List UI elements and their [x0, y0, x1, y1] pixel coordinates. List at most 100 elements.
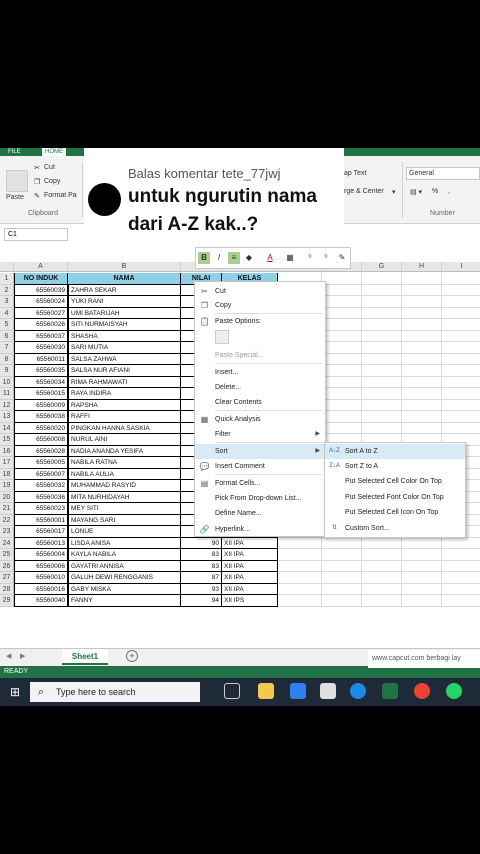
- format-painter-icon[interactable]: ✎: [336, 252, 348, 264]
- empty-cell[interactable]: [442, 561, 480, 572]
- menu-item-sort[interactable]: Sort ▶: [195, 444, 325, 459]
- empty-cell[interactable]: [402, 422, 442, 434]
- empty-cell[interactable]: [442, 319, 480, 331]
- empty-cell[interactable]: [322, 342, 362, 354]
- column-header[interactable]: H: [402, 262, 442, 272]
- empty-cell[interactable]: [362, 353, 402, 365]
- empty-cell[interactable]: [322, 365, 362, 377]
- empty-cell[interactable]: [442, 354, 480, 365]
- empty-cell[interactable]: [322, 273, 362, 285]
- row-header[interactable]: 14: [0, 422, 14, 434]
- empty-cell[interactable]: [322, 411, 362, 423]
- table-cell[interactable]: SHASHA: [68, 330, 181, 342]
- table-cell[interactable]: RIMA RAHMAWATI: [68, 376, 181, 388]
- sheet-tab[interactable]: Sheet1: [62, 649, 108, 665]
- empty-cell[interactable]: [442, 377, 480, 388]
- empty-cell[interactable]: [402, 330, 442, 342]
- table-cell[interactable]: PINGKAN HANNA SASKIA: [68, 422, 181, 434]
- submenu-item-put-selected-cell-color-on-top[interactable]: Put Selected Cell Color On Top: [325, 474, 465, 489]
- table-cell[interactable]: SARI MUTIA: [68, 342, 181, 354]
- table-cell[interactable]: 65560028: [14, 445, 68, 457]
- table-cell[interactable]: 65560024: [14, 296, 68, 308]
- table-cell[interactable]: SITI NURMAISYAH: [68, 319, 181, 331]
- empty-cell[interactable]: [442, 296, 480, 308]
- row-header[interactable]: 15: [0, 434, 14, 446]
- table-cell[interactable]: 65560034: [14, 376, 68, 388]
- table-cell[interactable]: SALSA ZAHWA: [68, 353, 181, 365]
- table-cell[interactable]: XII IPA: [222, 549, 278, 561]
- menu-item-delete[interactable]: Delete...: [195, 380, 325, 395]
- empty-cell[interactable]: [402, 572, 442, 584]
- empty-cell[interactable]: [322, 595, 362, 607]
- table-cell[interactable]: 65560040: [14, 595, 68, 607]
- empty-cell[interactable]: [442, 572, 480, 584]
- chevron-down-icon[interactable]: ▾: [392, 188, 396, 196]
- empty-cell[interactable]: [402, 273, 442, 285]
- name-box[interactable]: C1: [4, 228, 68, 241]
- empty-cell[interactable]: [322, 284, 362, 296]
- empty-cell[interactable]: [442, 538, 480, 549]
- comma-button[interactable]: ,: [448, 188, 450, 195]
- menu-item-quick-analysis[interactable]: ▦ Quick Analysis: [195, 412, 325, 427]
- paste-option-icon[interactable]: [215, 330, 229, 344]
- empty-cell[interactable]: [362, 342, 402, 354]
- table-cell[interactable]: RAYA INDIRA: [68, 388, 181, 400]
- table-cell[interactable]: 65560020: [14, 422, 68, 434]
- empty-cell[interactable]: [442, 549, 480, 561]
- empty-cell[interactable]: [402, 342, 442, 354]
- row-header[interactable]: 9: [0, 365, 14, 377]
- empty-cell[interactable]: [442, 331, 480, 342]
- table-cell[interactable]: 65560009: [14, 399, 68, 411]
- submenu-item-put-selected-font-color-on-top[interactable]: Put Selected Font Color On Top: [325, 490, 465, 505]
- menu-item-cut[interactable]: ✂ Cut: [195, 284, 325, 299]
- table-cell[interactable]: RAPSHA: [68, 399, 181, 411]
- table-cell[interactable]: MUHAMMAD RASYID: [68, 480, 181, 492]
- row-header[interactable]: 10: [0, 376, 14, 388]
- empty-cell[interactable]: [442, 423, 480, 434]
- align-button[interactable]: ≡: [228, 252, 240, 264]
- empty-cell[interactable]: [322, 319, 362, 331]
- submenu-item-put-selected-cell-icon-on-top[interactable]: Put Selected Cell Icon On Top: [325, 505, 465, 520]
- empty-cell[interactable]: [362, 284, 402, 296]
- scroll-right-icon[interactable]: ▶: [20, 652, 25, 660]
- edge-icon[interactable]: [350, 683, 366, 699]
- table-cell[interactable]: LISDA ANISA: [68, 537, 181, 549]
- table-cell[interactable]: XII IPA: [222, 537, 278, 549]
- whatsapp-icon[interactable]: [446, 683, 462, 699]
- row-header[interactable]: 24: [0, 537, 14, 549]
- empty-cell[interactable]: [362, 319, 402, 331]
- empty-cell[interactable]: [322, 572, 362, 584]
- empty-cell[interactable]: [362, 365, 402, 377]
- empty-cell[interactable]: [278, 560, 322, 572]
- table-cell[interactable]: 65560013: [14, 537, 68, 549]
- menu-item-insert[interactable]: Insert...: [195, 365, 325, 380]
- menu-item-format-cells[interactable]: ▤ Format Cells...: [195, 476, 325, 491]
- row-header[interactable]: 20: [0, 491, 14, 503]
- table-cell[interactable]: MAYANG SARI: [68, 514, 181, 526]
- select-all-corner[interactable]: [0, 262, 14, 272]
- empty-cell[interactable]: [362, 560, 402, 572]
- chrome-icon[interactable]: [414, 683, 430, 699]
- empty-cell[interactable]: [402, 319, 442, 331]
- column-header[interactable]: A: [14, 262, 68, 272]
- row-header[interactable]: 8: [0, 353, 14, 365]
- table-cell[interactable]: NABILA RATNA: [68, 457, 181, 469]
- empty-cell[interactable]: [442, 595, 480, 607]
- table-cell[interactable]: 90: [181, 537, 222, 549]
- menu-item-filter[interactable]: Filter ▶: [195, 427, 325, 442]
- empty-cell[interactable]: [322, 560, 362, 572]
- cut-button[interactable]: Cut: [44, 164, 55, 171]
- wrap-text-button[interactable]: ap Text: [344, 170, 366, 177]
- table-cell[interactable]: 65560026: [14, 319, 68, 331]
- empty-cell[interactable]: [322, 388, 362, 400]
- table-cell[interactable]: GAYATRI ANNISA: [68, 560, 181, 572]
- row-header[interactable]: 29: [0, 595, 14, 607]
- table-cell[interactable]: 65560007: [14, 468, 68, 480]
- scroll-left-icon[interactable]: ◀: [6, 652, 11, 660]
- table-cell[interactable]: MITA NURHIDAYAH: [68, 491, 181, 503]
- empty-cell[interactable]: [322, 537, 362, 549]
- increase-decimal-icon[interactable]: ⁰: [320, 252, 332, 264]
- menu-item-hyperlink[interactable]: 🔗 Hyperlink...: [195, 522, 325, 537]
- table-cell[interactable]: XII IPA: [222, 572, 278, 584]
- empty-cell[interactable]: [362, 330, 402, 342]
